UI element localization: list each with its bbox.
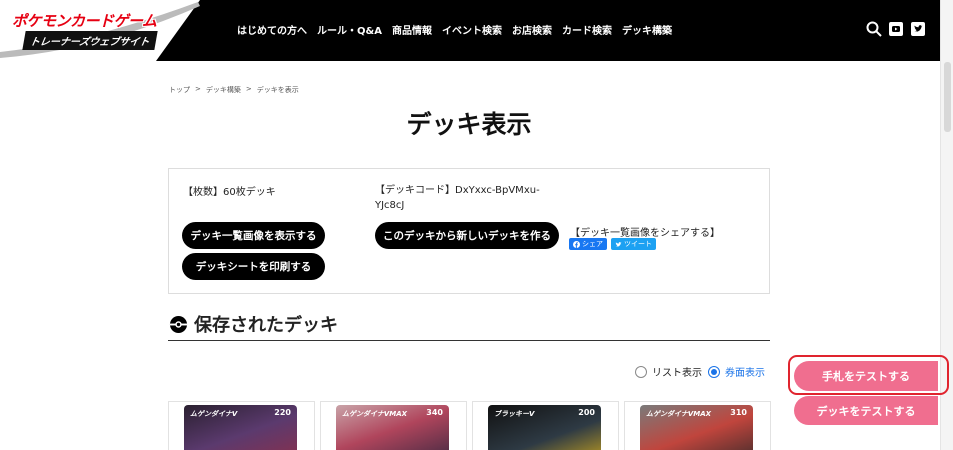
- nav-shop-search[interactable]: お店検索: [512, 22, 552, 37]
- card-slot[interactable]: ブラッキーV 200: [472, 401, 619, 450]
- card-grid: ムゲンダイナV 220 ムゲンダイナVMAX 340 ブラッキーV 200 ムゲ…: [168, 401, 771, 450]
- card-hp: 340: [426, 408, 443, 417]
- pokeball-icon: [169, 315, 188, 333]
- card-name: ムゲンダイナVMAX: [342, 410, 408, 418]
- card-name: ムゲンダイナV: [190, 410, 238, 418]
- card-slot[interactable]: ムゲンダイナVMAX 340: [320, 401, 467, 450]
- twitter-tweet-button[interactable]: ツイート: [611, 238, 656, 250]
- saved-decks-heading: 保存されたデッキ: [169, 311, 338, 337]
- saved-decks-title: 保存されたデッキ: [194, 315, 338, 336]
- card-slot[interactable]: ムゲンダイナVMAX 310: [624, 401, 771, 450]
- view-card-option[interactable]: 券面表示: [708, 364, 765, 379]
- nav-card-search[interactable]: カード検索: [562, 22, 612, 37]
- card-hp: 200: [578, 408, 595, 417]
- card-slot[interactable]: ムゲンダイナV 220: [168, 401, 315, 450]
- test-deck-button[interactable]: デッキをテストする: [794, 396, 938, 425]
- list-view-radio[interactable]: [635, 365, 647, 378]
- twitter-tweet-label: ツイート: [624, 240, 652, 248]
- card-name: ムゲンダイナVMAX: [646, 410, 712, 418]
- share-buttons: シェア ツイート: [569, 238, 656, 250]
- print-deck-sheet-button[interactable]: デッキシートを印刷する: [182, 253, 325, 280]
- view-list-option[interactable]: リスト表示: [635, 364, 702, 379]
- facebook-icon: [573, 240, 580, 248]
- deck-code: 【デッキコード】DxYxxc-BpVMxu-YJc8cJ: [375, 185, 540, 211]
- card-image[interactable]: ブラッキーV 200: [488, 405, 601, 450]
- main-nav: はじめての方へ ルール・Q&A 商品情報 イベント検索 お店検索 カード検索 デ…: [237, 22, 672, 37]
- logo-title[interactable]: ポケモンカードゲーム: [12, 10, 157, 31]
- card-image[interactable]: ムゲンダイナVMAX 340: [336, 405, 449, 450]
- breadcrumb: トップ > デッキ構築 > デッキを表示: [169, 85, 299, 95]
- logo-subtitle: トレーナーズウェブサイト: [22, 31, 158, 50]
- nav-rules-qa[interactable]: ルール・Q&A: [317, 22, 382, 37]
- nav-products[interactable]: 商品情報: [392, 22, 432, 37]
- card-hp: 220: [274, 408, 291, 417]
- share-label: 【デッキ一覧画像をシェアする】: [570, 228, 720, 239]
- facebook-share-label: シェア: [582, 240, 603, 248]
- header-icons: [865, 20, 926, 37]
- new-deck-from-this-button[interactable]: このデッキから新しいデッキを作る: [375, 222, 559, 249]
- card-image[interactable]: ムゲンダイナVMAX 310: [640, 405, 753, 450]
- twitter-bird-icon: [615, 241, 622, 247]
- breadcrumb-top[interactable]: トップ: [169, 85, 190, 95]
- youtube-icon[interactable]: [887, 20, 904, 37]
- nav-deck-building[interactable]: デッキ構築: [622, 22, 672, 37]
- deck-info-panel: 【枚数】60枚デッキ 【デッキコード】DxYxxc-BpVMxu-YJc8cJ …: [168, 168, 770, 294]
- nav-beginners[interactable]: はじめての方へ: [237, 22, 307, 37]
- site-header: ポケモンカードゲーム トレーナーズウェブサイト はじめての方へ ルール・Q&A …: [0, 0, 940, 61]
- card-view-label: 券面表示: [725, 368, 765, 379]
- nav-event-search[interactable]: イベント検索: [442, 22, 502, 37]
- search-icon[interactable]: [865, 20, 882, 37]
- section-divider: [168, 340, 770, 341]
- twitter-icon[interactable]: [909, 20, 926, 37]
- card-view-radio[interactable]: [708, 365, 720, 378]
- scrollbar-thumb[interactable]: [944, 62, 951, 132]
- deck-count: 【枚数】60枚デッキ: [183, 187, 276, 198]
- breadcrumb-current: デッキを表示: [256, 86, 299, 94]
- show-deck-image-button[interactable]: デッキ一覧画像を表示する: [182, 222, 325, 249]
- test-hand-button[interactable]: 手札をテストする: [794, 361, 938, 391]
- page-title: デッキ表示: [406, 110, 532, 139]
- breadcrumb-deck-building[interactable]: デッキ構築: [206, 85, 241, 95]
- breadcrumb-separator: >: [245, 85, 252, 93]
- card-name: ブラッキーV: [494, 410, 535, 418]
- card-hp: 310: [730, 408, 747, 417]
- card-image[interactable]: ムゲンダイナV 220: [184, 405, 297, 450]
- facebook-share-button[interactable]: シェア: [569, 238, 607, 250]
- list-view-label: リスト表示: [652, 368, 702, 379]
- view-mode-toggle: リスト表示 券面表示: [635, 364, 765, 379]
- breadcrumb-separator: >: [195, 85, 201, 93]
